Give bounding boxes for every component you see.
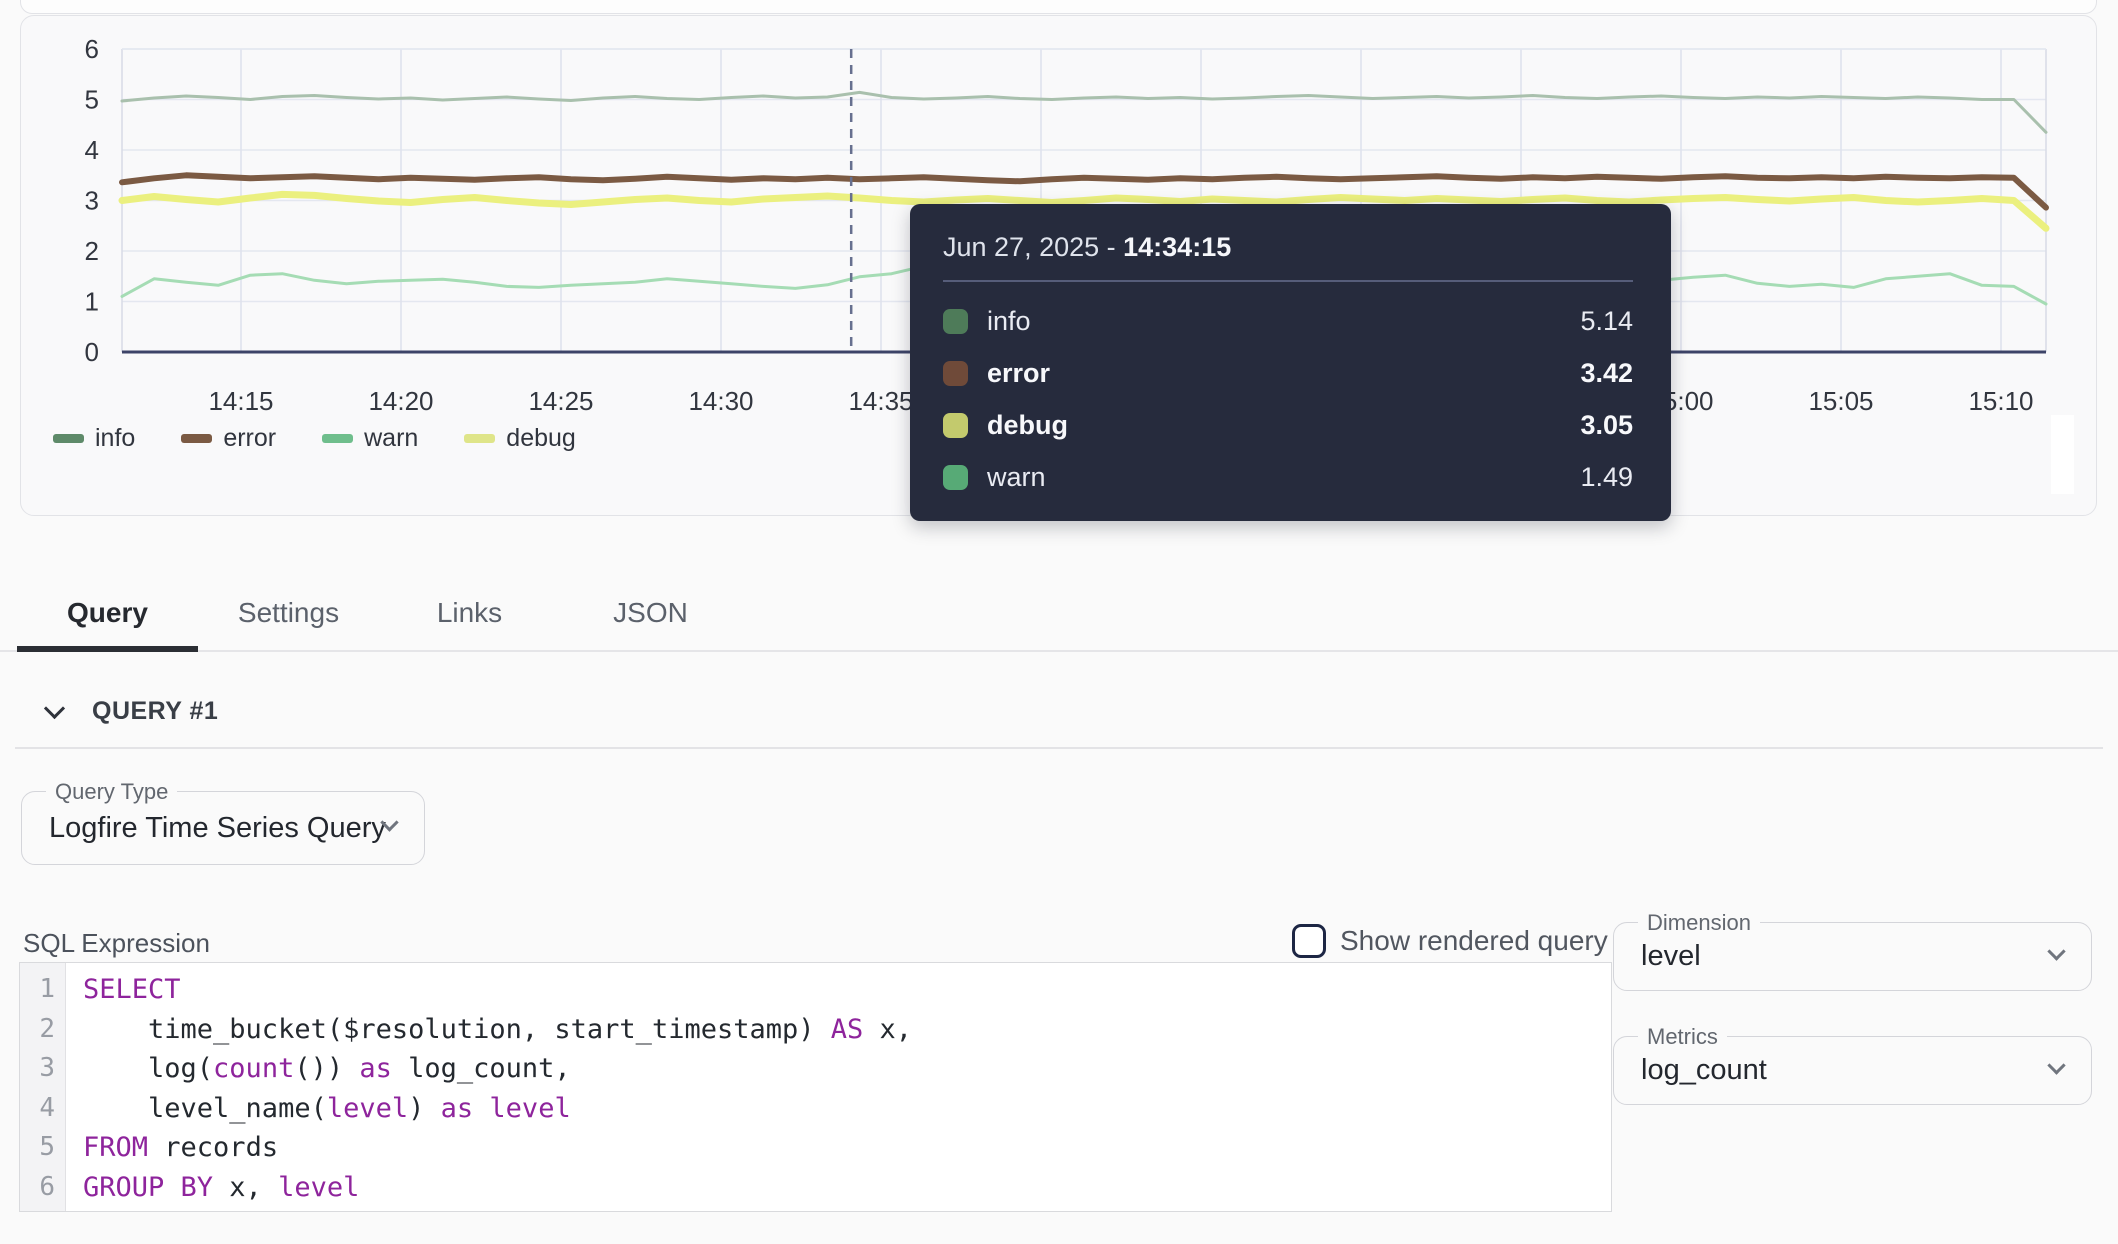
- tooltip-rows: info 5.14 error 3.42 debug 3.05 warn 1.49: [943, 295, 1633, 503]
- legend-swatch: [53, 434, 84, 443]
- y-axis-tick-label: 2: [85, 236, 99, 266]
- y-axis-tick-label: 1: [85, 287, 99, 317]
- series-swatch: [943, 465, 968, 490]
- series-label: error: [987, 358, 1050, 389]
- x-axis-tick-label: 14:30: [688, 386, 753, 416]
- tooltip-divider: [943, 280, 1633, 282]
- legend-swatch: [181, 434, 212, 443]
- code-line: SELECT: [83, 970, 1611, 1010]
- show-rendered-query-option: Show rendered query: [1292, 924, 1608, 958]
- dimension-value: level: [1641, 923, 1701, 990]
- legend-label: error: [223, 424, 276, 453]
- y-axis-tick-label: 6: [85, 34, 99, 64]
- line-number: 6: [20, 1168, 65, 1208]
- metrics-select[interactable]: Metrics log_count: [1613, 1036, 2092, 1105]
- line-number: 5: [20, 1128, 65, 1168]
- dimension-select[interactable]: Dimension level: [1613, 922, 2092, 991]
- legend-label: info: [95, 424, 135, 453]
- chevron-down-icon: [44, 697, 65, 718]
- tooltip-row-warn: warn 1.49: [943, 451, 1633, 503]
- chart-legend: info error warn debug: [53, 423, 576, 453]
- series-swatch: [943, 361, 968, 386]
- x-axis-tick-label: 14:35: [848, 386, 913, 416]
- series-label: info: [987, 306, 1031, 337]
- code-line: time_bucket($resolution, start_timestamp…: [83, 1010, 1611, 1050]
- query-type-value: Logfire Time Series Query: [49, 792, 386, 864]
- tab-settings[interactable]: Settings: [198, 575, 379, 650]
- y-axis-tick-label: 3: [85, 186, 99, 216]
- series-swatch: [943, 309, 968, 334]
- legend-swatch: [322, 434, 353, 443]
- legend-label: debug: [506, 424, 576, 453]
- series-swatch: [943, 413, 968, 438]
- show-rendered-query-checkbox[interactable]: [1292, 924, 1326, 958]
- sql-expression-label: SQL Expression: [23, 928, 210, 959]
- legend-item-warn[interactable]: warn: [322, 424, 418, 453]
- series-value: 5.14: [1580, 306, 1633, 337]
- line-number: 3: [20, 1049, 65, 1089]
- x-axis-tick-label: 14:15: [208, 386, 273, 416]
- line-number: 2: [20, 1010, 65, 1050]
- legend-item-error[interactable]: error: [181, 424, 276, 453]
- query-type-select[interactable]: Query Type Logfire Time Series Query: [21, 791, 425, 865]
- code-pane[interactable]: SELECT time_bucket($resolution, start_ti…: [66, 963, 1611, 1211]
- chevron-down-icon: [2047, 1056, 2065, 1074]
- tab-json[interactable]: JSON: [560, 575, 741, 650]
- x-axis-tick-label: 14:25: [528, 386, 593, 416]
- tab-bar: Query Settings Links JSON: [0, 575, 2118, 652]
- metrics-value: log_count: [1641, 1037, 1767, 1104]
- tab-links[interactable]: Links: [379, 575, 560, 650]
- code-line: log(count()) as log_count,: [83, 1049, 1611, 1089]
- scrollbar-thumb[interactable]: [2051, 415, 2074, 494]
- line-number: 4: [20, 1089, 65, 1129]
- code-line: FROM records: [83, 1128, 1611, 1168]
- line-number-gutter: 123456: [20, 963, 66, 1211]
- y-axis-tick-label: 4: [85, 135, 99, 165]
- code-line: GROUP BY x, level: [83, 1168, 1611, 1208]
- tooltip-row-info: info 5.14: [943, 295, 1633, 347]
- series-value: 3.42: [1580, 358, 1633, 389]
- y-axis-tick-label: 5: [85, 85, 99, 115]
- chart-tooltip: Jun 27, 2025 - 14:34:15 info 5.14 error 3.4…: [910, 204, 1671, 521]
- query-section-header[interactable]: QUERY #1: [47, 697, 218, 726]
- tooltip-timestamp: Jun 27, 2025 - 14:34:15: [943, 231, 1633, 263]
- series-value: 1.49: [1580, 462, 1633, 493]
- tab-query[interactable]: Query: [17, 575, 198, 650]
- upper-panel-edge: [20, 0, 2097, 14]
- series-label: debug: [987, 410, 1068, 441]
- series-line-info: [122, 92, 2046, 132]
- code-line: level_name(level) as level: [83, 1089, 1611, 1129]
- tooltip-row-error: error 3.42: [943, 347, 1633, 399]
- y-axis-tick-label: 0: [85, 337, 99, 367]
- series-label: warn: [987, 462, 1046, 493]
- legend-item-info[interactable]: info: [53, 424, 135, 453]
- legend-item-debug[interactable]: debug: [464, 424, 576, 453]
- x-axis-tick-label: 15:05: [1808, 386, 1873, 416]
- dashboard-page: 012345614:1514:2014:2514:3014:3514:4014:…: [0, 0, 2118, 1244]
- section-divider: [15, 747, 2103, 749]
- query-section-title: QUERY #1: [92, 697, 218, 726]
- x-axis-tick-label: 14:20: [368, 386, 433, 416]
- show-rendered-query-label: Show rendered query: [1340, 925, 1608, 957]
- x-axis-tick-label: 15:10: [1968, 386, 2033, 416]
- legend-label: warn: [364, 424, 418, 453]
- legend-swatch: [464, 434, 495, 443]
- series-value: 3.05: [1580, 410, 1633, 441]
- tooltip-row-debug: debug 3.05: [943, 399, 1633, 451]
- chevron-down-icon: [2047, 942, 2065, 960]
- line-number: 1: [20, 970, 65, 1010]
- sql-code-editor[interactable]: 123456 SELECT time_bucket($resolution, s…: [19, 962, 1612, 1212]
